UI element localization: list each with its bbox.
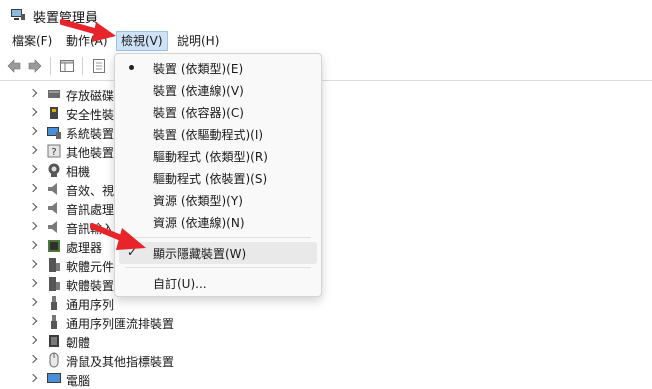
chevron-right-icon[interactable] — [28, 240, 38, 250]
view-menu-item-customize[interactable]: 自訂(U)... — [119, 272, 317, 294]
chevron-right-icon[interactable] — [28, 183, 38, 193]
mouse-icon — [49, 352, 59, 368]
chevron-right-icon[interactable] — [28, 278, 38, 288]
view-menu-item-drivers-by-type[interactable]: 驅動程式 (依類型)(R) — [119, 145, 317, 167]
tree-node-label: 電腦 — [66, 374, 91, 388]
menu-file[interactable]: 檔案(F) — [8, 32, 56, 50]
chevron-right-icon[interactable] — [28, 259, 38, 269]
speaker-icon — [48, 202, 57, 214]
menu-item-label: 裝置 (依連線)(V) — [153, 84, 244, 98]
tree-node-other[interactable]: ? 其他裝置 — [0, 142, 652, 161]
tree-node-label: 通用序列匯流排裝置 — [66, 317, 175, 331]
tree-node-label: 韌體 — [66, 336, 91, 350]
menu-item-label: 驅動程式 (依類型)(R) — [153, 150, 268, 164]
chevron-right-icon[interactable] — [28, 145, 38, 155]
tree-node-label: 存放磁碟 — [66, 89, 115, 103]
tree-node-audio-processing[interactable]: 音訊處理 — [0, 199, 652, 218]
menu-item-label: 資源 (依連線)(N) — [153, 216, 245, 230]
tree-node-security[interactable]: 安全性裝 — [0, 104, 652, 123]
tree-node-usb-devices[interactable]: 通用序列匯流排裝置 — [0, 313, 652, 332]
tree-node-label: 安全性裝 — [66, 108, 115, 122]
console-tree-icon[interactable] — [59, 58, 75, 74]
chevron-right-icon[interactable] — [28, 297, 38, 307]
tree-node-software-device[interactable]: 軟體裝置 — [0, 275, 652, 294]
camera-icon — [48, 163, 60, 177]
tree-node-label: 音訊處理 — [66, 203, 115, 217]
tree-node-usb-controller[interactable]: 通用序列 — [0, 294, 652, 313]
properties-icon[interactable] — [91, 58, 107, 74]
tree-node-firmware[interactable]: 韌體 — [0, 332, 652, 351]
chevron-right-icon[interactable] — [28, 88, 38, 98]
toolbar — [0, 52, 652, 81]
usb-icon — [51, 315, 57, 329]
unknown-device-icon: ? — [47, 144, 61, 158]
firmware-icon — [49, 335, 59, 347]
chevron-right-icon[interactable] — [28, 107, 38, 117]
chevron-right-icon[interactable] — [28, 335, 38, 345]
tree-node-mouse[interactable]: 滑鼠及其他指標裝置 — [0, 351, 652, 370]
tree-node-label: 軟體元件 — [66, 260, 115, 274]
cpu-icon — [48, 240, 60, 252]
chevron-right-icon[interactable] — [28, 373, 38, 383]
chevron-right-icon[interactable] — [28, 164, 38, 174]
tree-node-system[interactable]: 系統裝置 — [0, 123, 652, 142]
tree-node-storage[interactable]: 存放磁碟 — [0, 85, 652, 104]
forward-arrow-icon[interactable] — [27, 58, 43, 74]
view-menu-item-resources-by-type[interactable]: 資源 (依類型)(Y) — [119, 189, 317, 211]
software-component-icon — [49, 258, 60, 272]
view-menu-item-devices-by-driver[interactable]: 裝置 (依驅動程式)(I) — [119, 123, 317, 145]
menu-item-label: 資源 (依類型)(Y) — [153, 194, 243, 208]
tree-node-label: 音效、視 — [66, 184, 115, 198]
menu-item-label: 裝置 (依驅動程式)(I) — [153, 128, 264, 142]
tree-node-label: 系統裝置 — [66, 127, 115, 141]
svg-text:?: ? — [51, 147, 56, 158]
menu-view[interactable]: 檢視(V) — [116, 31, 168, 51]
view-menu-item-devices-by-connection[interactable]: 裝置 (依連線)(V) — [119, 79, 317, 101]
computer-icon — [47, 373, 61, 383]
tree-node-label: 其他裝置 — [66, 146, 115, 160]
tree-node-sound[interactable]: 音效、視 — [0, 180, 652, 199]
view-menu-item-devices-by-type[interactable]: 裝置 (依類型)(E) — [119, 57, 317, 79]
software-device-icon — [49, 277, 60, 291]
menu-item-label: 顯示隱藏裝置(W) — [153, 247, 247, 261]
tree-node-label: 軟體裝置 — [66, 279, 115, 293]
system-device-icon — [47, 127, 61, 139]
speaker-icon — [48, 183, 57, 195]
tree-node-computer[interactable]: 電腦 — [0, 370, 652, 389]
chevron-right-icon[interactable] — [28, 202, 38, 212]
menu-separator — [125, 237, 311, 238]
tree-node-label: 相機 — [66, 165, 91, 179]
back-arrow-icon[interactable] — [6, 58, 22, 74]
menu-item-label: 驅動程式 (依裝置)(S) — [153, 172, 268, 186]
chevron-right-icon[interactable] — [28, 316, 38, 326]
annotation-arrow-icon — [60, 19, 116, 42]
usb-icon — [51, 296, 57, 310]
menu-help[interactable]: 說明(H) — [173, 32, 223, 50]
device-manager-app-icon — [11, 9, 25, 20]
chevron-right-icon[interactable] — [28, 221, 38, 231]
tree-node-label: 通用序列 — [66, 298, 115, 312]
security-key-icon — [50, 107, 58, 119]
chevron-right-icon[interactable] — [28, 126, 38, 136]
menu-separator — [125, 267, 311, 268]
tree-node-software-component[interactable]: 軟體元件 — [0, 256, 652, 275]
toolbar-separator — [50, 57, 51, 75]
menu-item-label: 裝置 (依容器)(C) — [153, 106, 244, 120]
view-menu-item-devices-by-container[interactable]: 裝置 (依容器)(C) — [119, 101, 317, 123]
storage-icon — [48, 90, 60, 98]
annotation-arrow-icon — [90, 223, 146, 250]
menu-item-label: 自訂(U)... — [153, 277, 207, 291]
speaker-icon — [48, 221, 57, 233]
view-menu-item-drivers-by-device[interactable]: 驅動程式 (依裝置)(S) — [119, 167, 317, 189]
tree-node-camera[interactable]: 相機 — [0, 161, 652, 180]
selected-bullet-icon — [129, 65, 134, 70]
toolbar-separator — [82, 57, 83, 75]
view-menu-dropdown: 裝置 (依類型)(E) 裝置 (依連線)(V) 裝置 (依容器)(C) 裝置 (… — [114, 53, 322, 297]
menu-item-label: 裝置 (依類型)(E) — [153, 62, 244, 76]
